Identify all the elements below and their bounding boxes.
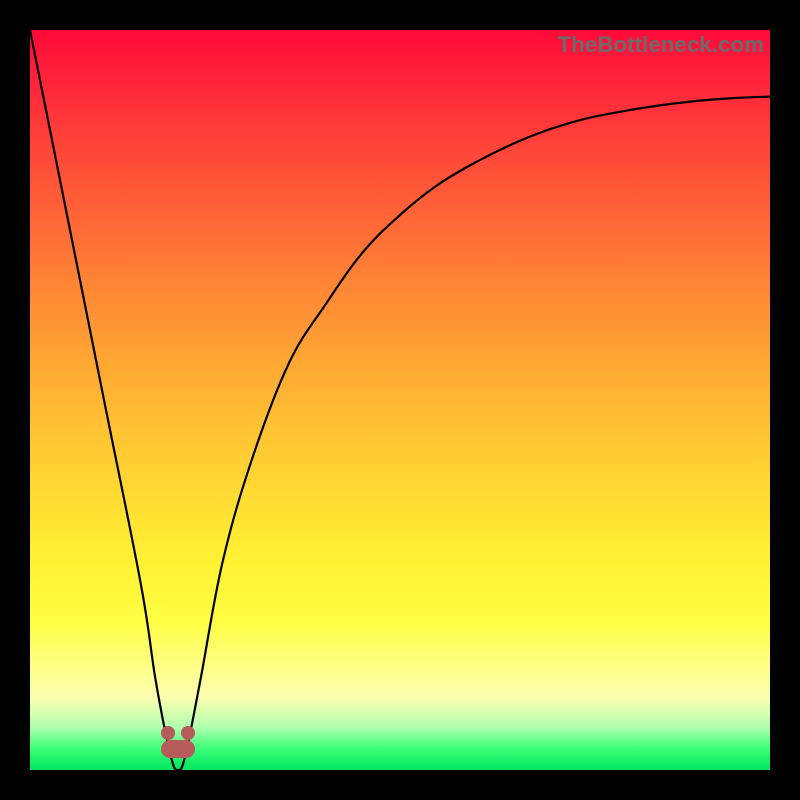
chart-plot-area: TheBottleneck.com	[30, 30, 770, 770]
marker-dot-icon	[181, 726, 195, 740]
marker-dot-icon	[161, 726, 175, 740]
chart-frame: TheBottleneck.com	[0, 0, 800, 800]
curve-path	[30, 30, 770, 770]
bottleneck-curve	[30, 30, 770, 770]
marker-base-icon	[161, 740, 195, 758]
minimum-marker	[161, 724, 195, 758]
